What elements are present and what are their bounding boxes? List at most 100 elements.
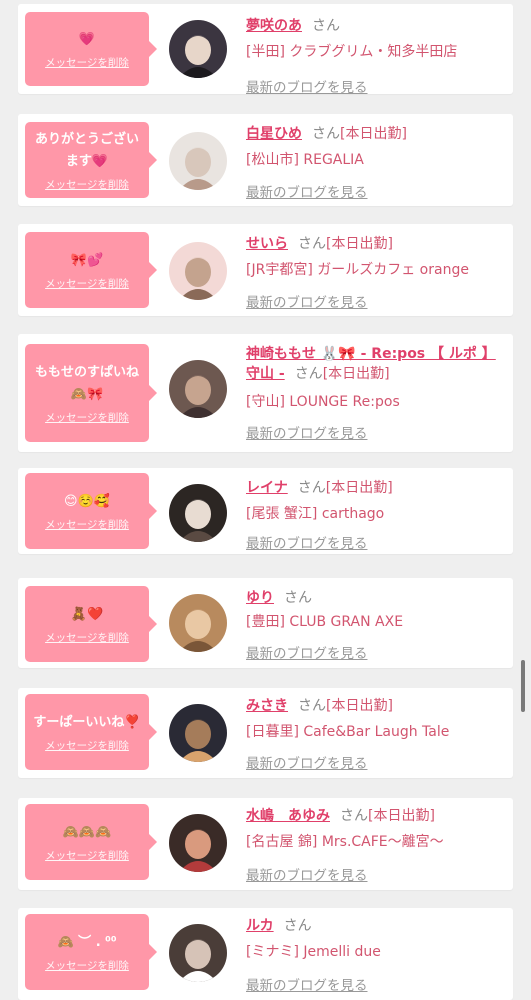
- girl-info: 神崎ももせ 🐰🎀 - Re:pos 【 ルポ 】守山 - さん[本日出勤] [守山]…: [246, 344, 508, 452]
- girl-name-link[interactable]: 水嶋 あゆみ: [246, 808, 330, 824]
- avatar[interactable]: [169, 814, 227, 872]
- girl-name-link[interactable]: 白星ひめ: [246, 126, 302, 142]
- latest-blog-link[interactable]: 最新のブログを見る: [246, 752, 368, 772]
- message-bubble: すーぱーいいね❣️ メッセージを削除: [25, 694, 157, 770]
- girl-name-link[interactable]: ゆり: [246, 590, 274, 606]
- avatar[interactable]: [169, 242, 227, 300]
- honorific: さん: [312, 18, 340, 34]
- avatar[interactable]: [169, 484, 227, 542]
- latest-blog-link[interactable]: 最新のブログを見る: [246, 642, 368, 662]
- message-card: 🧸❤️ メッセージを削除 ゆり さん [豊田] CLUB GRAN AXE 最新のブログを…: [18, 578, 513, 668]
- message-card: 🎀💕 メッセージを削除 せいら さん[本日出勤] [JR宇都宮] ガールズカフェ ora…: [18, 224, 513, 316]
- message-bubble: ももせのすぱいね🙈🎀 メッセージを削除: [25, 344, 157, 442]
- girl-name-link[interactable]: せいら: [246, 236, 288, 252]
- message-text: 💗: [78, 31, 96, 47]
- avatar[interactable]: [169, 132, 227, 190]
- attendance-tag: [本日出勤]: [326, 698, 393, 714]
- message-text: 🙈 ︶ . ⁰⁰: [57, 934, 117, 950]
- honorific: さん: [297, 480, 326, 496]
- attendance-tag: [本日出勤]: [326, 236, 393, 252]
- shop-name: [尾張 蟹江] carthago: [246, 506, 385, 522]
- girl-info: みさき さん[本日出勤] [日暮里] Cafe&Bar Laugh Tale 最新のブ…: [246, 696, 508, 778]
- name-line: 白星ひめ さん[本日出勤]: [246, 124, 508, 144]
- delete-message-link[interactable]: メッセージを削除: [45, 177, 129, 192]
- avatar-icon: [169, 132, 227, 190]
- delete-message-link[interactable]: メッセージを削除: [45, 276, 129, 291]
- scrollbar[interactable]: [521, 660, 525, 712]
- honorific: さん: [298, 236, 326, 252]
- message-bubble: 🙈🙈🙈 メッセージを削除: [25, 804, 157, 880]
- honorific: さん: [284, 590, 312, 606]
- message-card: 😊☺️🥰 メッセージを削除 レイナ さん[本日出勤] [尾張 蟹江] carthago 最…: [18, 468, 513, 554]
- avatar-icon: [169, 20, 227, 78]
- delete-message-link[interactable]: メッセージを削除: [45, 848, 129, 863]
- avatar-icon: [169, 924, 227, 982]
- latest-blog-link[interactable]: 最新のブログを見る: [246, 864, 368, 884]
- attendance-tag: [本日出勤]: [368, 808, 435, 824]
- girl-name-link[interactable]: ルカ: [246, 918, 274, 934]
- avatar[interactable]: [169, 20, 227, 78]
- latest-blog-link[interactable]: 最新のブログを見る: [246, 422, 368, 442]
- latest-blog-link[interactable]: 最新のブログを見る: [246, 76, 368, 96]
- girl-name-link[interactable]: 夢咲のあ: [246, 18, 302, 34]
- message-text: 🧸❤️: [70, 606, 104, 622]
- latest-blog-link[interactable]: 最新のブログを見る: [246, 291, 368, 311]
- delete-message-link[interactable]: メッセージを削除: [45, 410, 129, 425]
- message-card: 🙈🙈🙈 メッセージを削除 水嶋 あゆみ さん[本日出勤] [名古屋 錦] Mrs.CAF…: [18, 798, 513, 890]
- avatar-icon: [169, 594, 227, 652]
- girl-info: 夢咲のあ さん [半田] クラブグリム・知多半田店 最新のブログを見る: [246, 16, 508, 96]
- honorific: さん: [283, 918, 312, 934]
- message-bubble: 🧸❤️ メッセージを削除: [25, 586, 157, 662]
- avatar[interactable]: [169, 924, 227, 982]
- name-line: レイナ さん[本日出勤]: [246, 478, 508, 498]
- avatar-icon: [169, 704, 227, 762]
- honorific: さん: [340, 808, 368, 824]
- shop-name: [名古屋 錦] Mrs.CAFE〜離宮〜: [246, 834, 444, 850]
- girl-info: せいら さん[本日出勤] [JR宇都宮] ガールズカフェ orange 最新のブログを…: [246, 234, 508, 316]
- message-text: ありがとうございます💗: [34, 131, 139, 169]
- message-card: ももせのすぱいね🙈🎀 メッセージを削除 神崎ももせ 🐰🎀 - Re:pos 【 ルポ…: [18, 334, 513, 452]
- honorific: さん: [312, 126, 340, 142]
- message-bubble: 🎀💕 メッセージを削除: [25, 232, 157, 308]
- avatar[interactable]: [169, 594, 227, 652]
- avatar-icon: [169, 814, 227, 872]
- latest-blog-link[interactable]: 最新のブログを見る: [246, 974, 368, 994]
- avatar-icon: [169, 242, 227, 300]
- delete-message-link[interactable]: メッセージを削除: [45, 55, 129, 70]
- latest-blog-link[interactable]: 最新のブログを見る: [246, 532, 368, 552]
- message-card: 💗 メッセージを削除 夢咲のあ さん [半田] クラブグリム・知多半田店 最新のブログを見…: [18, 4, 513, 96]
- message-bubble: 💗 メッセージを削除: [25, 12, 157, 86]
- girl-name-link[interactable]: みさき: [246, 698, 288, 714]
- shop-name: [守山] LOUNGE Re:pos: [246, 394, 400, 410]
- avatar-icon: [169, 484, 227, 542]
- girl-info: 白星ひめ さん[本日出勤] [松山市] REGALIA 最新のブログを見る: [246, 124, 508, 206]
- avatar[interactable]: [169, 704, 227, 762]
- message-text: ももせのすぱいね🙈🎀: [34, 364, 139, 402]
- message-bubble: ありがとうございます💗 メッセージを削除: [25, 122, 157, 198]
- girl-name-link[interactable]: レイナ: [246, 480, 288, 496]
- message-bubble: 😊☺️🥰 メッセージを削除: [25, 473, 157, 549]
- delete-message-link[interactable]: メッセージを削除: [45, 958, 129, 973]
- delete-message-link[interactable]: メッセージを削除: [45, 517, 129, 532]
- name-line: 神崎ももせ 🐰🎀 - Re:pos 【 ルポ 】守山 - さん[本日出勤]: [246, 344, 508, 384]
- shop-name: [松山市] REGALIA: [246, 152, 364, 168]
- attendance-tag: [本日出勤]: [322, 366, 390, 382]
- message-card: 🙈 ︶ . ⁰⁰ メッセージを削除 ルカ さん [ミナミ] Jemelli due 最新の…: [18, 908, 513, 1000]
- delete-message-link[interactable]: メッセージを削除: [45, 738, 129, 753]
- name-line: ゆり さん: [246, 588, 508, 608]
- shop-name: [JR宇都宮] ガールズカフェ orange: [246, 262, 469, 278]
- message-card: ありがとうございます💗 メッセージを削除 白星ひめ さん[本日出勤] [松山市] REG…: [18, 114, 513, 206]
- latest-blog-link[interactable]: 最新のブログを見る: [246, 181, 368, 201]
- delete-message-link[interactable]: メッセージを削除: [45, 630, 129, 645]
- girl-info: ゆり さん [豊田] CLUB GRAN AXE 最新のブログを見る: [246, 588, 508, 668]
- message-text: すーぱーいいね❣️: [33, 714, 141, 730]
- attendance-tag: [本日出勤]: [340, 126, 407, 142]
- message-text: 🎀💕: [70, 252, 104, 268]
- avatar[interactable]: [169, 360, 227, 418]
- name-line: 夢咲のあ さん: [246, 16, 508, 36]
- honorific: さん: [298, 698, 326, 714]
- message-bubble: 🙈 ︶ . ⁰⁰ メッセージを削除: [25, 914, 157, 990]
- name-line: ルカ さん: [246, 916, 508, 936]
- message-text: 😊☺️🥰: [64, 493, 110, 509]
- girl-info: 水嶋 あゆみ さん[本日出勤] [名古屋 錦] Mrs.CAFE〜離宮〜最新のブログ…: [246, 806, 508, 890]
